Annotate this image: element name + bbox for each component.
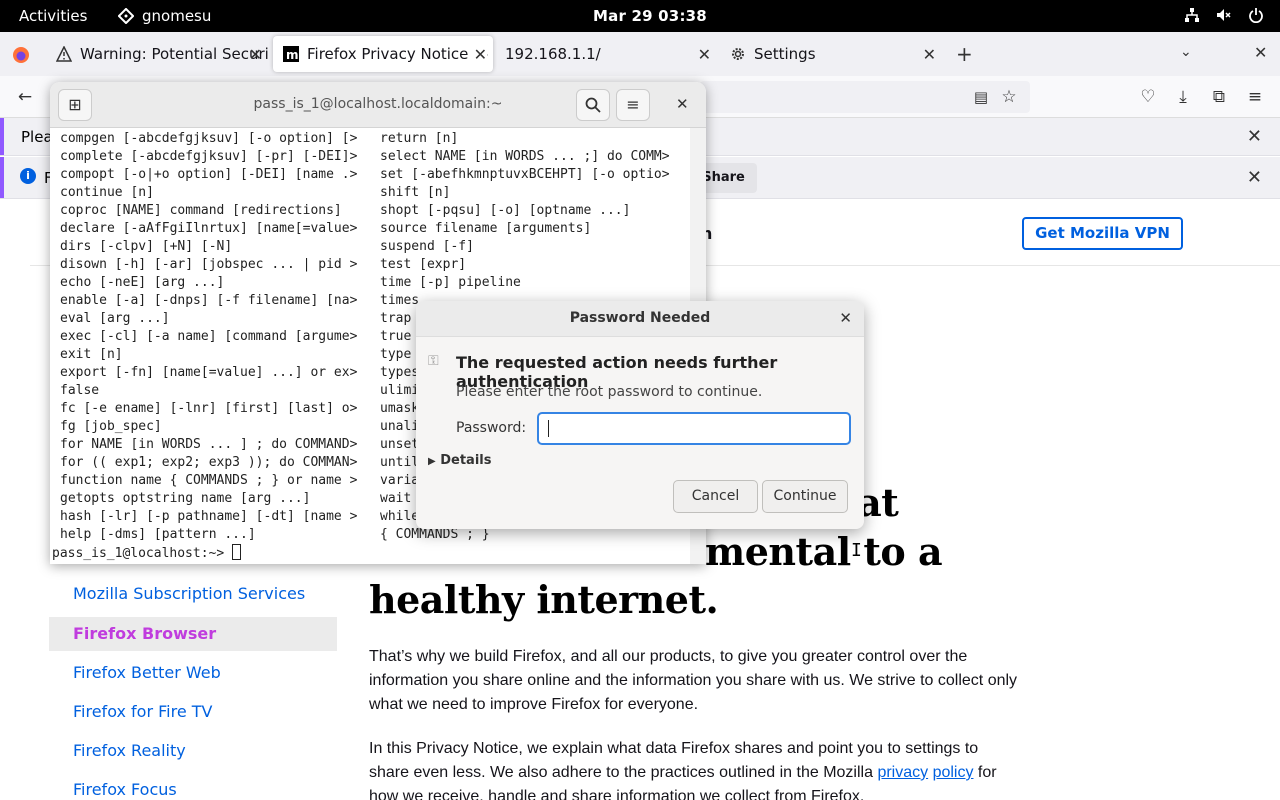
close-icon[interactable]: ✕ bbox=[676, 95, 689, 113]
system-tray[interactable] bbox=[1184, 7, 1264, 23]
warning-icon bbox=[56, 46, 72, 62]
cancel-button[interactable]: Cancel bbox=[673, 480, 758, 513]
terminal-prompt[interactable]: pass_is_1@localhost:~> bbox=[52, 544, 242, 563]
privacy-paragraph-1: That’s why we build Firefox, and all our… bbox=[369, 648, 1018, 713]
app-diamond-icon bbox=[118, 8, 134, 24]
svg-text:m: m bbox=[286, 48, 299, 62]
privacy-paragraph-2: In this Privacy Notice, we explain what … bbox=[369, 737, 1019, 800]
close-tab-icon[interactable]: ✕ bbox=[249, 45, 262, 64]
sidebar-item-focus[interactable]: Firefox Focus bbox=[73, 780, 177, 799]
continue-button[interactable]: Continue bbox=[762, 480, 848, 513]
info-icon: i bbox=[20, 168, 36, 184]
privacy-policy-link[interactable]: policy bbox=[933, 764, 974, 781]
sidebar-item-fire-tv[interactable]: Firefox for Fire TV bbox=[73, 702, 212, 721]
terminal-header[interactable]: ⊞ pass_is_1@localhost.localdomain:~ ≡ ✕ bbox=[50, 82, 706, 128]
terminal-left-column: compgen [-abcdefgjksuv] [-o option] [> c… bbox=[60, 131, 358, 542]
password-label: Password: bbox=[456, 420, 527, 436]
details-expander[interactable]: ▶ Details bbox=[428, 453, 491, 468]
new-tab-plus-icon[interactable]: + bbox=[956, 42, 973, 66]
headline-line-2: mental to a bbox=[705, 529, 943, 574]
url-bar[interactable]: ▤ ☆ bbox=[700, 81, 1030, 113]
prompt-text: pass_is_1@localhost:~> bbox=[52, 546, 233, 561]
back-arrow-icon[interactable]: ← bbox=[16, 88, 34, 106]
tab-label: Settings bbox=[754, 45, 816, 63]
hamburger-menu-icon[interactable]: ≡ bbox=[1246, 88, 1264, 106]
tab-security-warning[interactable]: Warning: Potential Security Risk Ahead ✕ bbox=[46, 36, 268, 72]
mozilla-m-icon: m bbox=[283, 46, 299, 62]
close-tab-icon[interactable]: ✕ bbox=[923, 45, 936, 64]
tab-strip: Warning: Potential Security Risk Ahead ✕… bbox=[0, 32, 1280, 76]
close-window-icon[interactable]: ✕ bbox=[1254, 43, 1267, 62]
notification-accent bbox=[0, 157, 4, 198]
headline-line-3: healthy internet. bbox=[369, 577, 719, 622]
power-icon bbox=[1249, 8, 1263, 23]
password-dialog[interactable]: Password Needed ✕ ⚿ The requested action… bbox=[416, 301, 864, 529]
dialog-title: Password Needed bbox=[569, 310, 711, 326]
sidebar-item-subscription-services[interactable]: Mozilla Subscription Services bbox=[73, 584, 305, 603]
tab-privacy-notice[interactable]: m Firefox Privacy Notice — Mozilla ✕ bbox=[273, 36, 493, 72]
dialog-header[interactable]: Password Needed ✕ bbox=[416, 301, 864, 337]
activities-button[interactable]: Activities bbox=[19, 7, 87, 25]
downloads-icon[interactable]: ⤓ bbox=[1174, 88, 1192, 106]
gear-icon bbox=[732, 48, 744, 60]
details-label: Details bbox=[440, 453, 492, 468]
terminal-cursor bbox=[232, 544, 242, 560]
close-notification-icon[interactable]: ✕ bbox=[1247, 126, 1262, 147]
tab-settings[interactable]: Settings ✕ bbox=[720, 36, 942, 72]
sidebar-item-firefox-browser[interactable]: Firefox Browser bbox=[73, 624, 216, 643]
password-field[interactable] bbox=[537, 412, 851, 445]
expander-arrow-icon: ▶ bbox=[428, 456, 436, 467]
text-cursor-pointer: I bbox=[851, 540, 862, 561]
bookmark-star-icon[interactable]: ☆ bbox=[1000, 88, 1018, 106]
privacy-policy-link[interactable]: privacy bbox=[877, 764, 928, 781]
close-icon[interactable]: ✕ bbox=[839, 309, 852, 327]
volume-muted-icon bbox=[1217, 9, 1231, 21]
app-menu[interactable]: gnomesu bbox=[118, 7, 211, 25]
extensions-icon[interactable]: ⧉ bbox=[1210, 88, 1228, 106]
app-name: gnomesu bbox=[142, 7, 212, 25]
reader-view-icon[interactable]: ▤ bbox=[972, 88, 990, 106]
gnome-top-bar: Activities gnomesu Mar 29 03:38 bbox=[0, 0, 1280, 32]
tab-label: Firefox Privacy Notice — Mozilla bbox=[307, 45, 493, 63]
tab-router[interactable]: 192.168.1.1/ ✕ bbox=[495, 36, 717, 72]
notification-accent bbox=[0, 118, 4, 155]
pocket-icon[interactable]: ♡ bbox=[1139, 88, 1157, 106]
key-icon: ⚿ bbox=[428, 353, 439, 369]
list-tabs-chevron-icon[interactable]: ⌄ bbox=[1180, 44, 1192, 60]
search-icon[interactable] bbox=[576, 89, 610, 121]
sidebar-item-reality[interactable]: Firefox Reality bbox=[73, 741, 186, 760]
sidebar-item-better-web[interactable]: Firefox Better Web bbox=[73, 663, 221, 682]
clock[interactable]: Mar 29 03:38 bbox=[593, 7, 707, 25]
close-notification-icon[interactable]: ✕ bbox=[1247, 167, 1262, 188]
dialog-message: Please enter the root password to contin… bbox=[456, 384, 763, 400]
tab-label: Warning: Potential Security Risk Ahead bbox=[80, 45, 268, 63]
network-icon bbox=[1185, 8, 1199, 22]
tab-label: 192.168.1.1/ bbox=[505, 45, 601, 63]
get-mozilla-vpn-button[interactable]: Get Mozilla VPN bbox=[1022, 217, 1183, 250]
menu-icon[interactable]: ≡ bbox=[616, 89, 650, 121]
search-icon bbox=[585, 97, 601, 113]
text-caret bbox=[548, 420, 549, 437]
close-tab-icon[interactable]: ✕ bbox=[471, 45, 487, 64]
firefox-logo-icon[interactable] bbox=[12, 46, 30, 64]
close-tab-icon[interactable]: ✕ bbox=[698, 45, 711, 64]
